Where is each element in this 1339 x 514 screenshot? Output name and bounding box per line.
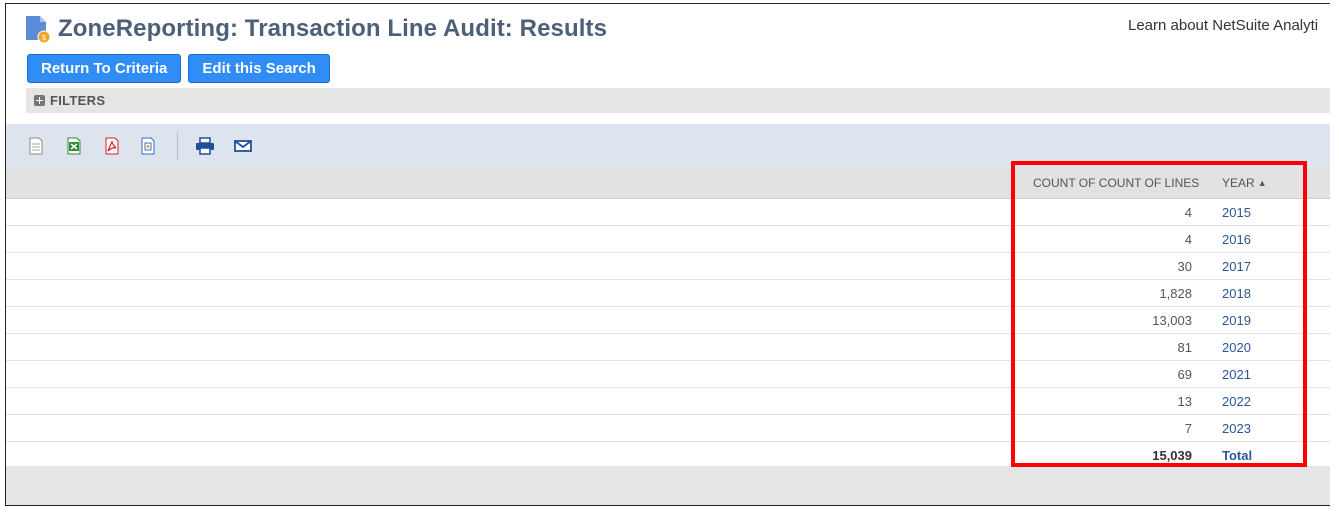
year-link[interactable]: 2021 [1222, 361, 1251, 387]
count-cell: 69 [1177, 366, 1192, 382]
year-link[interactable]: 2019 [1222, 307, 1251, 333]
saved-search-icon: $ [24, 14, 52, 44]
filters-label: FILTERS [50, 93, 106, 108]
table-row: 7 2023 [6, 415, 1330, 442]
results-table: COUNT OF COUNT OF LINES YEAR ▲ 4 2015 4 … [6, 168, 1330, 468]
column-header-year[interactable]: YEAR ▲ [1222, 168, 1267, 198]
count-cell: 7 [1184, 420, 1192, 436]
page-title: ZoneReporting: Transaction Line Audit: R… [58, 15, 608, 42]
count-cell: 4 [1184, 204, 1192, 220]
export-word-icon[interactable] [139, 137, 157, 155]
count-cell: 30 [1177, 258, 1192, 274]
column-header-year-label: YEAR [1222, 176, 1255, 190]
sort-ascending-icon: ▲ [1257, 178, 1267, 188]
year-link[interactable]: 2015 [1222, 199, 1251, 225]
year-link[interactable]: 2022 [1222, 388, 1251, 414]
edit-search-button[interactable]: Edit this Search [188, 54, 330, 83]
page-header: $ ZoneReporting: Transaction Line Audit:… [24, 12, 607, 46]
search-results-page: $ ZoneReporting: Transaction Line Audit:… [5, 3, 1330, 506]
year-link[interactable]: 2020 [1222, 334, 1251, 360]
table-row: 13,003 2019 [6, 307, 1330, 334]
total-count-cell: 15,039 [1152, 447, 1192, 463]
table-row: 13 2022 [6, 388, 1330, 415]
table-row: 1,828 2018 [6, 280, 1330, 307]
export-pdf-icon[interactable] [103, 137, 121, 155]
table-row: 4 2016 [6, 226, 1330, 253]
count-cell: 13 [1177, 393, 1192, 409]
year-link[interactable]: 2018 [1222, 280, 1251, 306]
filters-toggle[interactable]: FILTERS [26, 88, 1330, 113]
table-row: 81 2020 [6, 334, 1330, 361]
action-buttons: Return To Criteria Edit this Search [27, 54, 330, 83]
learn-analytics-link[interactable]: Learn about NetSuite Analyti [1128, 17, 1318, 34]
print-icon[interactable] [195, 137, 215, 155]
return-to-criteria-button[interactable]: Return To Criteria [27, 54, 182, 83]
count-cell: 1,828 [1159, 285, 1192, 301]
table-row: 30 2017 [6, 253, 1330, 280]
year-link[interactable]: 2023 [1222, 415, 1251, 441]
svg-text:$: $ [41, 33, 46, 42]
table-row: 69 2021 [6, 361, 1330, 388]
count-cell: 13,003 [1152, 312, 1192, 328]
total-label: Total [1222, 447, 1253, 463]
year-link[interactable]: 2017 [1222, 253, 1251, 279]
email-icon[interactable] [233, 137, 253, 155]
column-header-count[interactable]: COUNT OF COUNT OF LINES [1033, 168, 1199, 198]
export-csv-icon[interactable] [27, 137, 45, 155]
plus-icon [34, 95, 45, 106]
toolbar-separator [177, 132, 178, 160]
export-excel-icon[interactable] [65, 137, 83, 155]
table-header-row: COUNT OF COUNT OF LINES YEAR ▲ [6, 168, 1330, 199]
export-toolbar [6, 124, 1330, 168]
results-footer [6, 466, 1330, 505]
count-cell: 4 [1184, 231, 1192, 247]
table-row: 4 2015 [6, 199, 1330, 226]
total-row: 15,039 Total [6, 442, 1330, 468]
year-link[interactable]: 2016 [1222, 226, 1251, 252]
count-cell: 81 [1177, 339, 1192, 355]
